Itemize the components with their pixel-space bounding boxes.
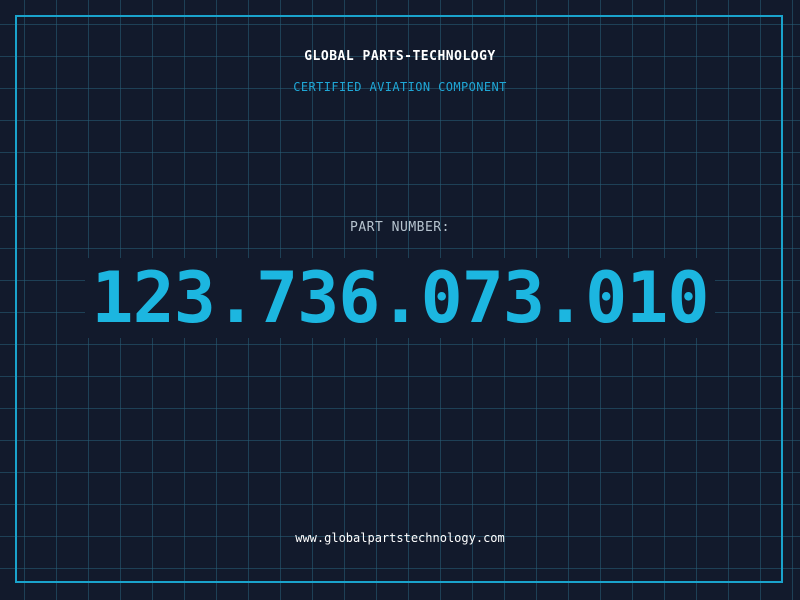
- part-number-label: PART NUMBER:: [350, 220, 450, 235]
- brand-subtitle: CERTIFIED AVIATION COMPONENT: [293, 80, 507, 94]
- brand-title: GLOBAL PARTS-TECHNOLOGY: [304, 49, 496, 64]
- certificate-panel: GLOBAL PARTS-TECHNOLOGY CERTIFIED AVIATI…: [0, 0, 800, 600]
- website-url: www.globalpartstechnology.com: [295, 531, 505, 545]
- part-number-container: 123.736.073.010: [0, 258, 800, 338]
- part-number-value: 123.736.073.010: [85, 258, 715, 338]
